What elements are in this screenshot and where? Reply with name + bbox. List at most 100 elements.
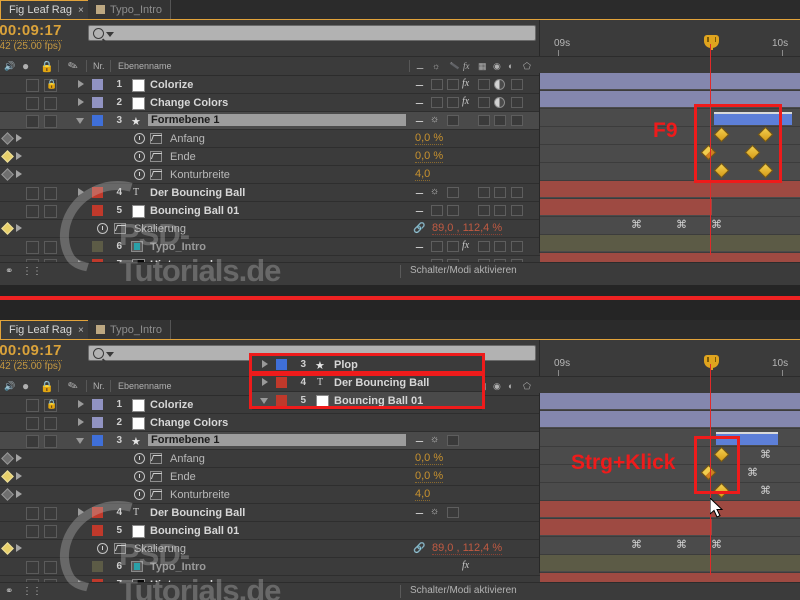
parent-pin-icon[interactable]: ⚊ <box>415 240 424 252</box>
lock-toggle[interactable] <box>44 525 57 538</box>
timeline-row-typo-intro[interactable] <box>540 555 800 573</box>
roving-keyframe[interactable]: ⌘ <box>631 540 642 551</box>
frame-blend-icon[interactable]: ▦ <box>478 57 487 75</box>
layer-duration-bar[interactable] <box>540 235 800 251</box>
timeline-row-konturbreite[interactable] <box>540 162 800 181</box>
graph-editor-icon[interactable] <box>150 489 162 500</box>
label-color-swatch[interactable] <box>92 187 103 198</box>
property-name[interactable]: Konturbreite <box>170 169 230 181</box>
roving-keyframe[interactable]: ⌘ <box>760 486 771 497</box>
property-value[interactable]: 4,0 <box>415 488 431 501</box>
keyframe[interactable] <box>713 446 730 463</box>
expand-triangle[interactable] <box>78 98 84 106</box>
property-name[interactable]: Ende <box>170 151 196 163</box>
property-name[interactable]: Anfang <box>170 133 205 145</box>
motion-blur-toggle[interactable] <box>494 97 505 108</box>
expand-triangle[interactable] <box>78 188 84 196</box>
adjustment-icon[interactable]: ◐ <box>508 377 513 395</box>
timeline-row-colorize[interactable] <box>540 393 800 411</box>
parent-pin-icon[interactable]: ⚊ <box>415 204 424 216</box>
lock-toggle[interactable] <box>44 435 57 448</box>
video-toggle[interactable] <box>26 435 39 448</box>
layer-name[interactable]: Typo_Intro <box>150 561 206 573</box>
close-icon[interactable]: × <box>78 325 84 336</box>
quality-toggle[interactable] <box>447 435 459 446</box>
graph-editor-icon[interactable] <box>150 133 162 144</box>
stopwatch-icon[interactable] <box>134 133 145 144</box>
shy-icon[interactable]: ☼ <box>430 114 439 126</box>
expand-triangle[interactable] <box>16 454 22 462</box>
keyframe-navigator[interactable] <box>1 542 14 555</box>
keyframe-navigator[interactable] <box>1 488 14 501</box>
timeline-graph-top[interactable]: ⌘ ⌘ ⌘ <box>539 73 800 271</box>
shy-toggle[interactable] <box>431 241 443 252</box>
keyframe[interactable] <box>713 162 730 179</box>
tab-fig-leaf-rag[interactable]: Fig Leaf Rag × <box>0 0 93 19</box>
motion-blur-toggle[interactable] <box>494 79 505 90</box>
stopwatch-icon[interactable] <box>134 453 145 464</box>
drag-ghost-row-der-bouncing-ball[interactable]: 4 T Der Bouncing Ball <box>252 374 482 392</box>
timeline-row-formebene-1[interactable] <box>540 429 800 447</box>
layer-name[interactable]: Formebene 1 <box>148 434 406 446</box>
keyframe[interactable] <box>700 464 717 481</box>
label-color-swatch[interactable] <box>92 399 103 410</box>
lock-toggle[interactable] <box>44 97 57 110</box>
frame-blend-toggle[interactable] <box>478 241 490 252</box>
expand-triangle[interactable] <box>78 400 84 408</box>
quality-toggle[interactable] <box>447 205 459 216</box>
layer-name[interactable]: Bouncing Ball 01 <box>150 205 239 217</box>
playhead-handle[interactable] <box>704 355 719 370</box>
adjustment-icon[interactable]: ◐ <box>508 57 513 75</box>
graph-editor-icon[interactable] <box>114 223 126 234</box>
video-toggle[interactable] <box>26 507 39 520</box>
label-color-swatch[interactable] <box>92 525 103 536</box>
shy-toggle[interactable] <box>431 79 443 90</box>
keyframe-navigator[interactable] <box>1 222 14 235</box>
solo-icon[interactable]: ● <box>22 377 29 395</box>
property-value[interactable]: 0,0 % <box>415 452 444 465</box>
video-toggle[interactable] <box>26 115 39 128</box>
roving-keyframe[interactable]: ⌘ <box>631 220 642 231</box>
keyframe-selection-bar[interactable] <box>714 112 792 125</box>
shy-icon[interactable]: ☼ <box>430 434 439 446</box>
playhead-handle[interactable] <box>704 35 719 50</box>
shy-icon[interactable]: ☼ <box>432 57 440 75</box>
property-name[interactable]: Ende <box>170 471 196 483</box>
stopwatch-icon[interactable] <box>97 223 108 234</box>
property-name[interactable]: Skalierung <box>134 223 186 235</box>
close-icon[interactable]: × <box>78 5 84 16</box>
stopwatch-icon[interactable] <box>134 471 145 482</box>
fx-icon[interactable]: fx <box>462 240 469 252</box>
quality-toggle[interactable] <box>447 79 459 90</box>
quality-toggle[interactable] <box>447 187 459 198</box>
keyframe[interactable] <box>757 126 774 143</box>
motion-blur-toggle[interactable] <box>494 241 506 252</box>
audio-icon[interactable]: 🔊 <box>4 377 15 395</box>
property-value[interactable]: 4,0 <box>415 168 431 181</box>
timeline-row-bouncing-ball-01[interactable] <box>540 519 800 537</box>
property-value[interactable]: 89,0 , 112,4 % <box>432 542 503 555</box>
parent-pin-icon[interactable]: ⚊ <box>415 96 424 108</box>
timeline-row-der-bouncing-ball[interactable] <box>540 501 800 519</box>
timeline-row-konturbreite[interactable]: ⌘ <box>540 482 800 501</box>
fx-icon[interactable]: fx <box>462 78 469 90</box>
chevron-down-icon[interactable] <box>106 352 114 357</box>
property-value[interactable]: 0,0 % <box>415 132 444 145</box>
motion-blur-toggle[interactable] <box>494 205 506 216</box>
expand-triangle[interactable] <box>16 544 22 552</box>
adjustment-toggle[interactable] <box>511 205 523 216</box>
layer-name[interactable]: Formebene 1 <box>148 114 406 126</box>
stopwatch-icon[interactable] <box>134 489 145 500</box>
frame-blend-toggle[interactable] <box>478 187 490 198</box>
label-color-swatch[interactable] <box>92 561 103 572</box>
solo-icon[interactable]: ● <box>22 57 29 75</box>
timeline-row-typo-intro[interactable] <box>540 235 800 253</box>
adjustment-toggle[interactable] <box>511 97 523 108</box>
property-value[interactable]: 0,0 % <box>415 470 444 483</box>
layer-duration-bar[interactable] <box>540 519 712 535</box>
3d-icon[interactable]: ⬠ <box>523 57 531 75</box>
layer-name[interactable]: Colorize <box>150 79 193 91</box>
link-chain-icon[interactable]: 🔗 <box>413 543 425 554</box>
lock-toggle[interactable] <box>44 205 57 218</box>
tab-typo-intro[interactable]: Typo_Intro <box>88 320 171 339</box>
